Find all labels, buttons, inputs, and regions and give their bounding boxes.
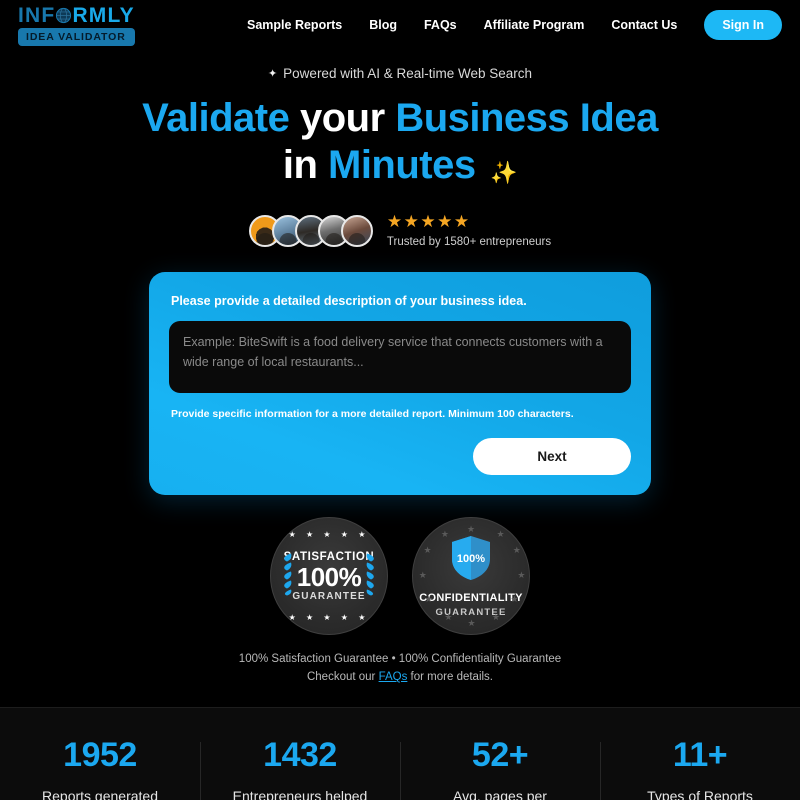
nav-item-affiliate-program[interactable]: Affiliate Program bbox=[484, 18, 585, 32]
seal-stars-bottom-icon: ★ ★ ★ ★ ★ bbox=[288, 613, 370, 623]
avatar bbox=[340, 214, 373, 247]
confidentiality-guarantee-seal: ★ ★ ★ ★ ★ ★ ★ ★ ★ ★ ★ ★ 100% CONFIDENTIA… bbox=[412, 517, 530, 636]
hero-kicker: ✦ Powered with AI & Real-time Web Search bbox=[0, 66, 800, 81]
headline-word-in: in bbox=[282, 143, 318, 188]
guarantee-note-suffix: for more details. bbox=[407, 671, 494, 684]
idea-form-card: Please provide a detailed description of… bbox=[149, 272, 651, 496]
star-rating-icon: ★★★★★ bbox=[386, 212, 471, 232]
idea-form-label: Please provide a detailed description of… bbox=[171, 294, 527, 309]
stat-label: Reports generated bbox=[42, 788, 158, 800]
guarantee-note-line-1: 100% Satisfaction Guarantee • 100% Confi… bbox=[238, 653, 562, 666]
headline-line-2: in Minutes ✨ bbox=[0, 142, 800, 189]
stat-avg-pages: 52+ Avg. pages per bbox=[400, 738, 600, 800]
guarantee-note-line-2: Checkout our FAQs for more details. bbox=[0, 669, 800, 687]
stat-reports-generated: 1952 Reports generated bbox=[0, 738, 200, 800]
nav-item-contact-us[interactable]: Contact Us bbox=[611, 18, 677, 32]
next-button[interactable]: Next bbox=[473, 438, 631, 476]
idea-form-actions: Next bbox=[169, 438, 631, 476]
stat-entrepreneurs-helped: 1432 Entrepreneurs helped bbox=[200, 738, 400, 800]
trusted-count-text: Trusted by 1580+ entrepreneurs bbox=[386, 236, 552, 249]
stat-value: 11+ bbox=[672, 736, 728, 774]
seal-star-ring-icon: ★ ★ ★ ★ ★ ★ ★ ★ ★ ★ ★ ★ bbox=[418, 524, 526, 629]
globe-icon bbox=[55, 7, 72, 24]
hero-section: ✦ Powered with AI & Real-time Web Search… bbox=[0, 50, 800, 248]
seal-subtitle: GUARANTEE bbox=[292, 590, 366, 602]
laurel-right-icon bbox=[365, 551, 379, 602]
social-proof: ★★★★★ Trusted by 1580+ entrepreneurs bbox=[0, 213, 800, 248]
nav-item-sample-reports[interactable]: Sample Reports bbox=[247, 18, 342, 32]
headline-line-1: Validate your Business Idea bbox=[0, 95, 800, 142]
main-navigation: Sample Reports Blog FAQs Affiliate Progr… bbox=[247, 0, 782, 50]
logo[interactable]: INF RMLY IDEA VALIDATOR bbox=[18, 5, 135, 46]
hero-kicker-text: Powered with AI & Real-time Web Search bbox=[283, 66, 533, 81]
satisfaction-guarantee-seal: ★ ★ ★ ★ ★ SATISFACTION 100% GUARANTEE ★ … bbox=[270, 517, 388, 636]
stats-section: 1952 Reports generated 1432 Entrepreneur… bbox=[0, 707, 800, 800]
laurel-left-icon bbox=[279, 551, 293, 602]
headline-word-minutes: Minutes bbox=[328, 143, 476, 188]
logo-text-inf: INF bbox=[18, 3, 56, 27]
idea-form-hint: Provide specific information for a more … bbox=[171, 408, 574, 421]
sparkle-icon: ✦ bbox=[267, 68, 278, 80]
avatar-group bbox=[248, 214, 373, 247]
stat-value: 1432 bbox=[263, 736, 337, 774]
seal-stars-top-icon: ★ ★ ★ ★ ★ bbox=[288, 530, 370, 540]
faqs-link[interactable]: FAQs bbox=[379, 671, 408, 683]
logo-wordmark: INF RMLY bbox=[18, 5, 135, 26]
guarantee-note: 100% Satisfaction Guarantee • 100% Confi… bbox=[0, 651, 800, 687]
business-idea-textarea[interactable] bbox=[169, 321, 631, 394]
stat-value: 1952 bbox=[63, 736, 137, 774]
stat-label: Types of Reports bbox=[647, 788, 753, 800]
stat-types-of-reports: 11+ Types of Reports bbox=[600, 738, 800, 800]
trust-badges: ★ ★ ★ ★ ★ SATISFACTION 100% GUARANTEE ★ … bbox=[0, 517, 800, 636]
headline-word-your: your bbox=[300, 96, 385, 140]
logo-text-rmly: RMLY bbox=[72, 3, 135, 27]
site-header: INF RMLY IDEA VALIDATOR Sample Reports B… bbox=[0, 0, 800, 50]
nav-item-blog[interactable]: Blog bbox=[369, 18, 397, 32]
rating-block: ★★★★★ Trusted by 1580+ entrepreneurs bbox=[387, 213, 551, 248]
seal-percent: 100% bbox=[296, 561, 362, 592]
idea-form-wrapper: Please provide a detailed description of… bbox=[0, 272, 800, 496]
sign-in-button[interactable]: Sign In bbox=[704, 10, 782, 40]
sparkles-emoji-icon: ✨ bbox=[490, 160, 518, 186]
logo-subtitle-badge: IDEA VALIDATOR bbox=[18, 27, 135, 46]
stat-label: Avg. pages per bbox=[453, 788, 547, 800]
headline-word-validate: Validate bbox=[142, 96, 290, 140]
stat-value: 52+ bbox=[471, 736, 529, 774]
nav-item-faqs[interactable]: FAQs bbox=[424, 18, 457, 32]
headline-word-business-idea: Business Idea bbox=[395, 96, 658, 140]
guarantee-note-prefix: Checkout our bbox=[306, 671, 379, 684]
page-title: Validate your Business Idea in Minutes ✨ bbox=[0, 95, 800, 189]
stat-label: Entrepreneurs helped bbox=[232, 788, 368, 800]
